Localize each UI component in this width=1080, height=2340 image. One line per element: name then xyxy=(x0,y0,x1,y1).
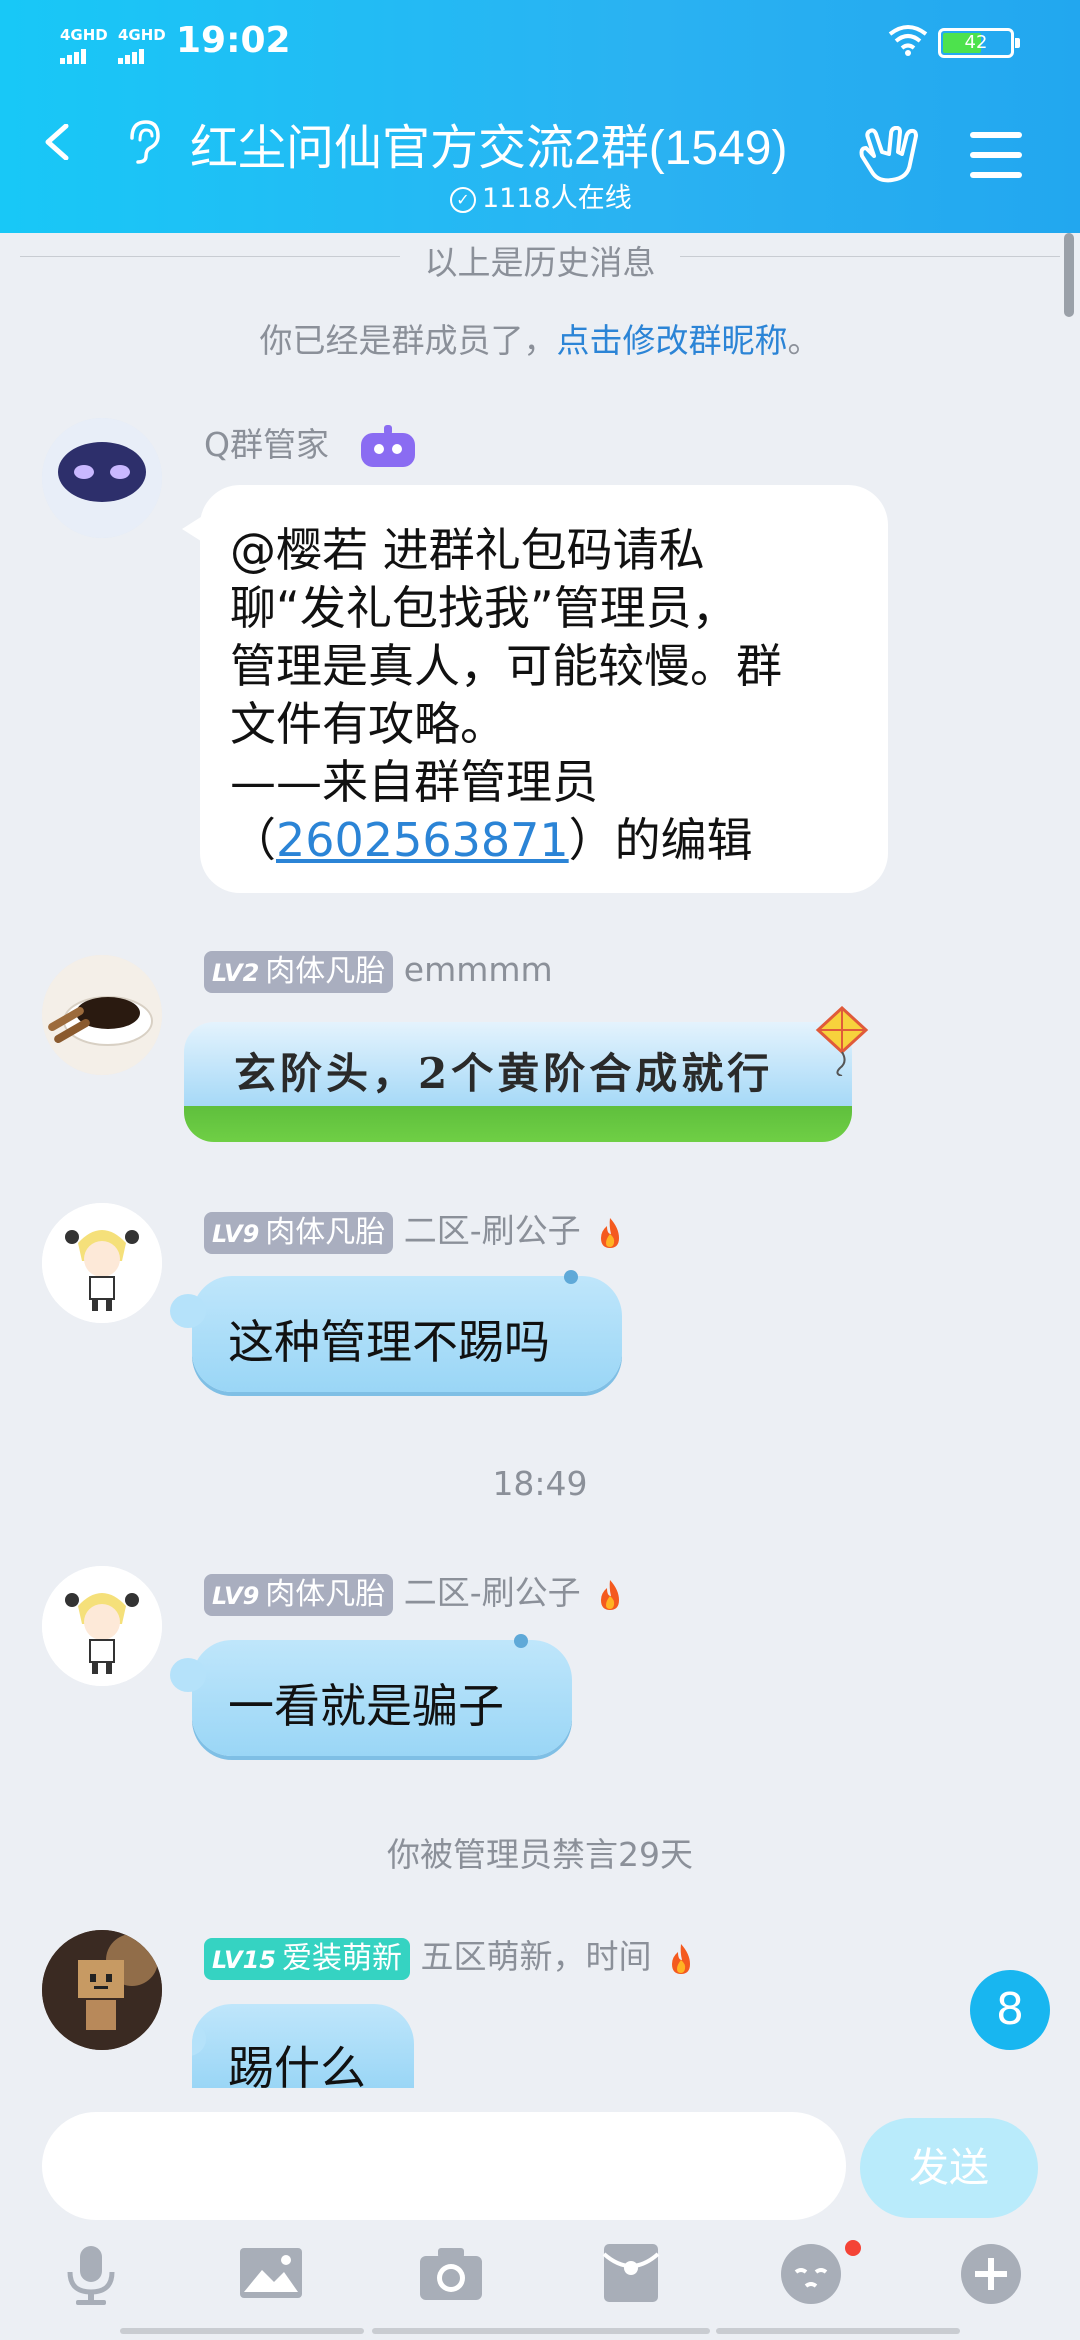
input-bar: 发送 xyxy=(0,2088,1080,2340)
mic-icon[interactable] xyxy=(56,2238,126,2308)
message-line: ——来自群管理员 xyxy=(230,755,598,809)
level-number: LV15 xyxy=(212,1945,276,1974)
message-input[interactable] xyxy=(42,2112,846,2220)
level-title: 肉体凡胎 xyxy=(265,953,386,989)
signal-label-1: 4GHD xyxy=(60,26,108,44)
history-divider: 以上是历史消息 xyxy=(20,236,1060,282)
mute-notice: 你被管理员禁言29天 xyxy=(387,1835,693,1874)
level-badge: LV2 肉体凡胎 xyxy=(204,950,394,993)
sender-name-label: emmmm xyxy=(403,950,553,989)
send-button[interactable]: 发送 xyxy=(860,2118,1038,2218)
menu-icon[interactable] xyxy=(970,132,1022,192)
online-count[interactable]: ✓ 1118人在线 xyxy=(450,176,632,215)
message-text: 这种管理不踢吗 xyxy=(228,1315,550,1369)
chibi-avatar-icon xyxy=(42,1566,162,1686)
wifi-icon xyxy=(888,25,928,56)
avatar-emmmm[interactable] xyxy=(42,955,162,1075)
fire-icon xyxy=(601,1579,620,1610)
sender-name[interactable]: LV2 肉体凡胎 emmmm xyxy=(204,950,553,993)
admin-uid-link[interactable]: 2602563871 xyxy=(276,813,569,867)
notification-dot xyxy=(845,2240,861,2256)
online-count-label: 1118人在线 xyxy=(482,183,632,214)
sender-name[interactable]: LV9 肉体凡胎 二区-刷公子 xyxy=(204,1566,623,1616)
robot-badge-icon xyxy=(361,424,416,467)
message-line: 聊“发礼包找我”管理员， xyxy=(230,581,738,635)
sender-name-label: 二区-刷公子 xyxy=(403,1573,581,1612)
rock-hand-icon[interactable] xyxy=(858,126,920,184)
message-line: @樱若 进群礼包码请私 xyxy=(230,523,705,577)
sender-name-label: Q群管家 xyxy=(204,425,329,464)
sender-name-label: 五区萌新，时间 xyxy=(420,1937,652,1976)
emoji-icon[interactable] xyxy=(776,2238,846,2308)
message-line: 文件有攻略。 xyxy=(230,697,506,751)
level-badge: LV9 肉体凡胎 xyxy=(204,1573,394,1616)
level-number: LV2 xyxy=(212,958,260,987)
history-label: 以上是历史消息 xyxy=(410,243,670,282)
input-toolbar xyxy=(0,2238,1080,2308)
level-number: LV9 xyxy=(212,1219,260,1248)
signal-indicator-2: 4GHD xyxy=(118,26,166,64)
message-bubble[interactable]: 玄阶头，2个黄阶合成就行 xyxy=(184,1022,852,1142)
message-text: 一看就是骗子 xyxy=(228,1679,504,1733)
battery-level: 42 xyxy=(964,32,988,53)
nav-indicator xyxy=(120,2328,364,2334)
message-text: 玄阶头，2个黄阶合成就行 xyxy=(234,1049,774,1098)
back-arrow-icon[interactable] xyxy=(40,124,76,160)
group-title[interactable]: 红尘问仙官方交流2群(1549) xyxy=(190,108,787,178)
nav-indicator xyxy=(716,2328,960,2334)
status-bar: 4GHD 4GHD 19:02 42 xyxy=(0,18,1080,68)
plus-icon[interactable] xyxy=(956,2238,1026,2308)
member-notice-suffix: 。 xyxy=(787,321,821,360)
avatar-q-butler[interactable] xyxy=(42,418,162,538)
sender-name-label: 二区-刷公子 xyxy=(403,1211,581,1250)
kite-icon xyxy=(815,1006,869,1076)
red-packet-icon[interactable] xyxy=(596,2238,666,2308)
avatar-mengxin[interactable] xyxy=(42,1930,162,2050)
level-badge: LV15 爱装萌新 xyxy=(204,1937,410,1980)
image-icon[interactable] xyxy=(236,2238,306,2308)
member-notice: 你已经是群成员了，点击修改群昵称。 xyxy=(0,314,1080,362)
message-bubble[interactable]: @樱若 进群礼包码请私 聊“发礼包找我”管理员， 管理是真人，可能较慢。群 文件… xyxy=(182,485,888,893)
signal-label-2: 4GHD xyxy=(118,26,166,44)
member-notice-text: 你已经是群成员了， xyxy=(259,321,557,360)
hippo-ear-icon xyxy=(514,1634,528,1648)
check-circle-icon: ✓ xyxy=(450,186,476,213)
avatar-shua-gongzi[interactable] xyxy=(42,1203,162,1323)
sender-name[interactable]: LV15 爱装萌新 五区萌新，时间 xyxy=(204,1930,694,1980)
clock: 19:02 xyxy=(176,20,291,61)
signal-indicator-1: 4GHD xyxy=(60,26,108,64)
message-bubble[interactable]: 一看就是骗子 xyxy=(170,1634,572,1756)
chibi-avatar-icon xyxy=(42,1203,162,1323)
hippo-ear-icon xyxy=(564,1270,578,1284)
level-title: 肉体凡胎 xyxy=(265,1214,386,1250)
robot-avatar-icon xyxy=(42,418,162,538)
scrollbar[interactable] xyxy=(1064,233,1074,317)
level-number: LV9 xyxy=(212,1581,260,1610)
level-title: 肉体凡胎 xyxy=(265,1576,386,1612)
message-line: 管理是真人，可能较慢。群 xyxy=(230,639,782,693)
chat-header: 4GHD 4GHD 19:02 42 红尘问仙官方交流2群(1549) ✓ 111… xyxy=(0,0,1080,233)
message-bubble[interactable]: 这种管理不踢吗 xyxy=(170,1270,622,1392)
level-title: 爱装萌新 xyxy=(281,1940,402,1976)
message-line: （2602563871）的编辑 xyxy=(230,811,860,869)
cardboard-robot-avatar-icon xyxy=(42,1930,162,2050)
fire-icon xyxy=(671,1943,690,1974)
message-text: 踢什么 xyxy=(228,2041,366,2088)
timestamp: 18:49 xyxy=(492,1464,588,1503)
message-text: （ xyxy=(230,813,276,867)
nav-indicator xyxy=(372,2328,710,2334)
fire-icon xyxy=(601,1217,620,1248)
unread-badge[interactable]: 8 xyxy=(970,1970,1050,2050)
sender-name[interactable]: Q群管家 xyxy=(204,418,419,469)
edit-nickname-link[interactable]: 点击修改群昵称 xyxy=(557,321,788,360)
coffee-avatar-icon xyxy=(42,955,162,1075)
message-bubble[interactable]: 踢什么 xyxy=(192,2004,414,2088)
avatar-shua-gongzi[interactable] xyxy=(42,1566,162,1686)
level-badge: LV9 肉体凡胎 xyxy=(204,1211,394,1254)
camera-icon[interactable] xyxy=(416,2238,486,2308)
message-text: ）的编辑 xyxy=(568,813,753,867)
ear-icon[interactable] xyxy=(124,118,164,166)
sender-name[interactable]: LV9 肉体凡胎 二区-刷公子 xyxy=(204,1204,623,1254)
battery-icon: 42 xyxy=(938,28,1020,58)
